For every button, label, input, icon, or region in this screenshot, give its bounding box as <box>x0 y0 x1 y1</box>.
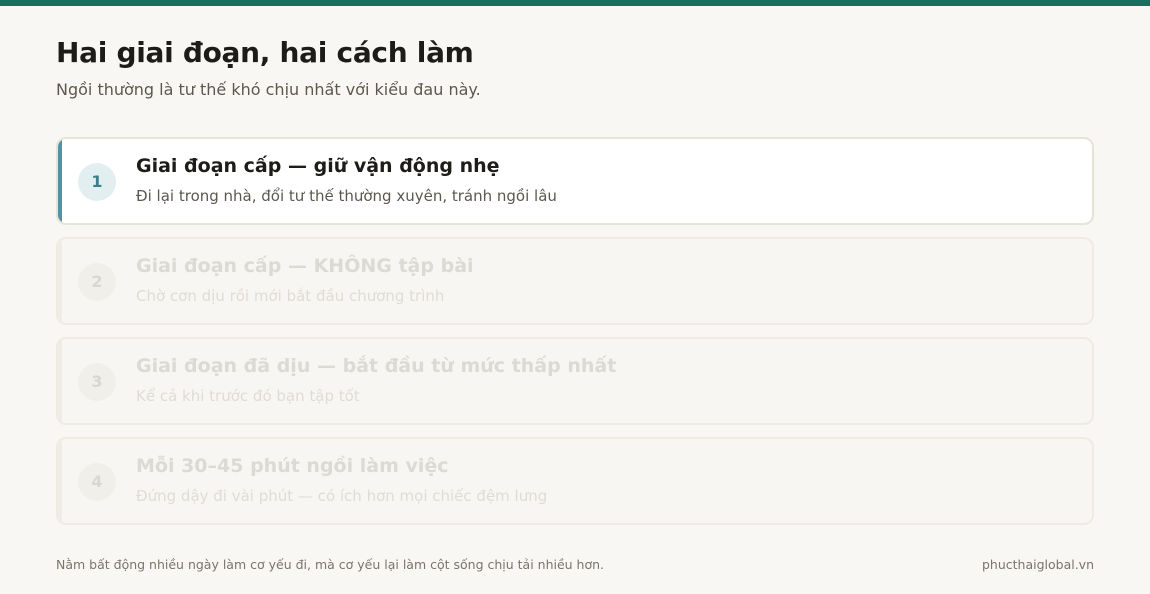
step-accent-bar <box>58 139 62 223</box>
step-title: Giai đoạn cấp — KHÔNG tập bài <box>136 255 474 277</box>
step-card-4[interactable]: 4 Mỗi 30–45 phút ngồi làm việc Đứng dậy … <box>56 437 1094 525</box>
step-description: Chờ cơn dịu rồi mới bắt đầu chương trình <box>136 287 445 305</box>
step-description: Đứng dậy đi vài phút — có ích hơn mọi ch… <box>136 487 548 505</box>
page-title: Hai giai đoạn, hai cách làm <box>56 36 474 69</box>
footer-note: Nằm bất động nhiều ngày làm cơ yếu đi, m… <box>56 557 605 572</box>
step-number-badge: 3 <box>78 363 116 401</box>
step-description: Đi lại trong nhà, đổi tư thế thường xuyê… <box>136 187 557 205</box>
step-accent-bar <box>58 439 62 523</box>
step-title: Giai đoạn đã dịu — bắt đầu từ mức thấp n… <box>136 355 617 377</box>
step-card-1[interactable]: 1 Giai đoạn cấp — giữ vận động nhẹ Đi lạ… <box>56 137 1094 225</box>
step-accent-bar <box>58 239 62 323</box>
page-subtitle: Ngồi thường là tư thế khó chịu nhất với … <box>56 80 481 99</box>
top-accent-bar <box>0 0 1150 6</box>
step-number-badge: 1 <box>78 163 116 201</box>
step-accent-bar <box>58 339 62 423</box>
step-title: Mỗi 30–45 phút ngồi làm việc <box>136 455 449 477</box>
step-number-badge: 4 <box>78 463 116 501</box>
step-number-badge: 2 <box>78 263 116 301</box>
step-description: Kể cả khi trước đó bạn tập tốt <box>136 387 360 405</box>
step-title: Giai đoạn cấp — giữ vận động nhẹ <box>136 155 500 177</box>
step-card-2[interactable]: 2 Giai đoạn cấp — KHÔNG tập bài Chờ cơn … <box>56 237 1094 325</box>
step-card-3[interactable]: 3 Giai đoạn đã dịu — bắt đầu từ mức thấp… <box>56 337 1094 425</box>
footer-site-link[interactable]: phucthaiglobal.vn <box>982 557 1094 572</box>
